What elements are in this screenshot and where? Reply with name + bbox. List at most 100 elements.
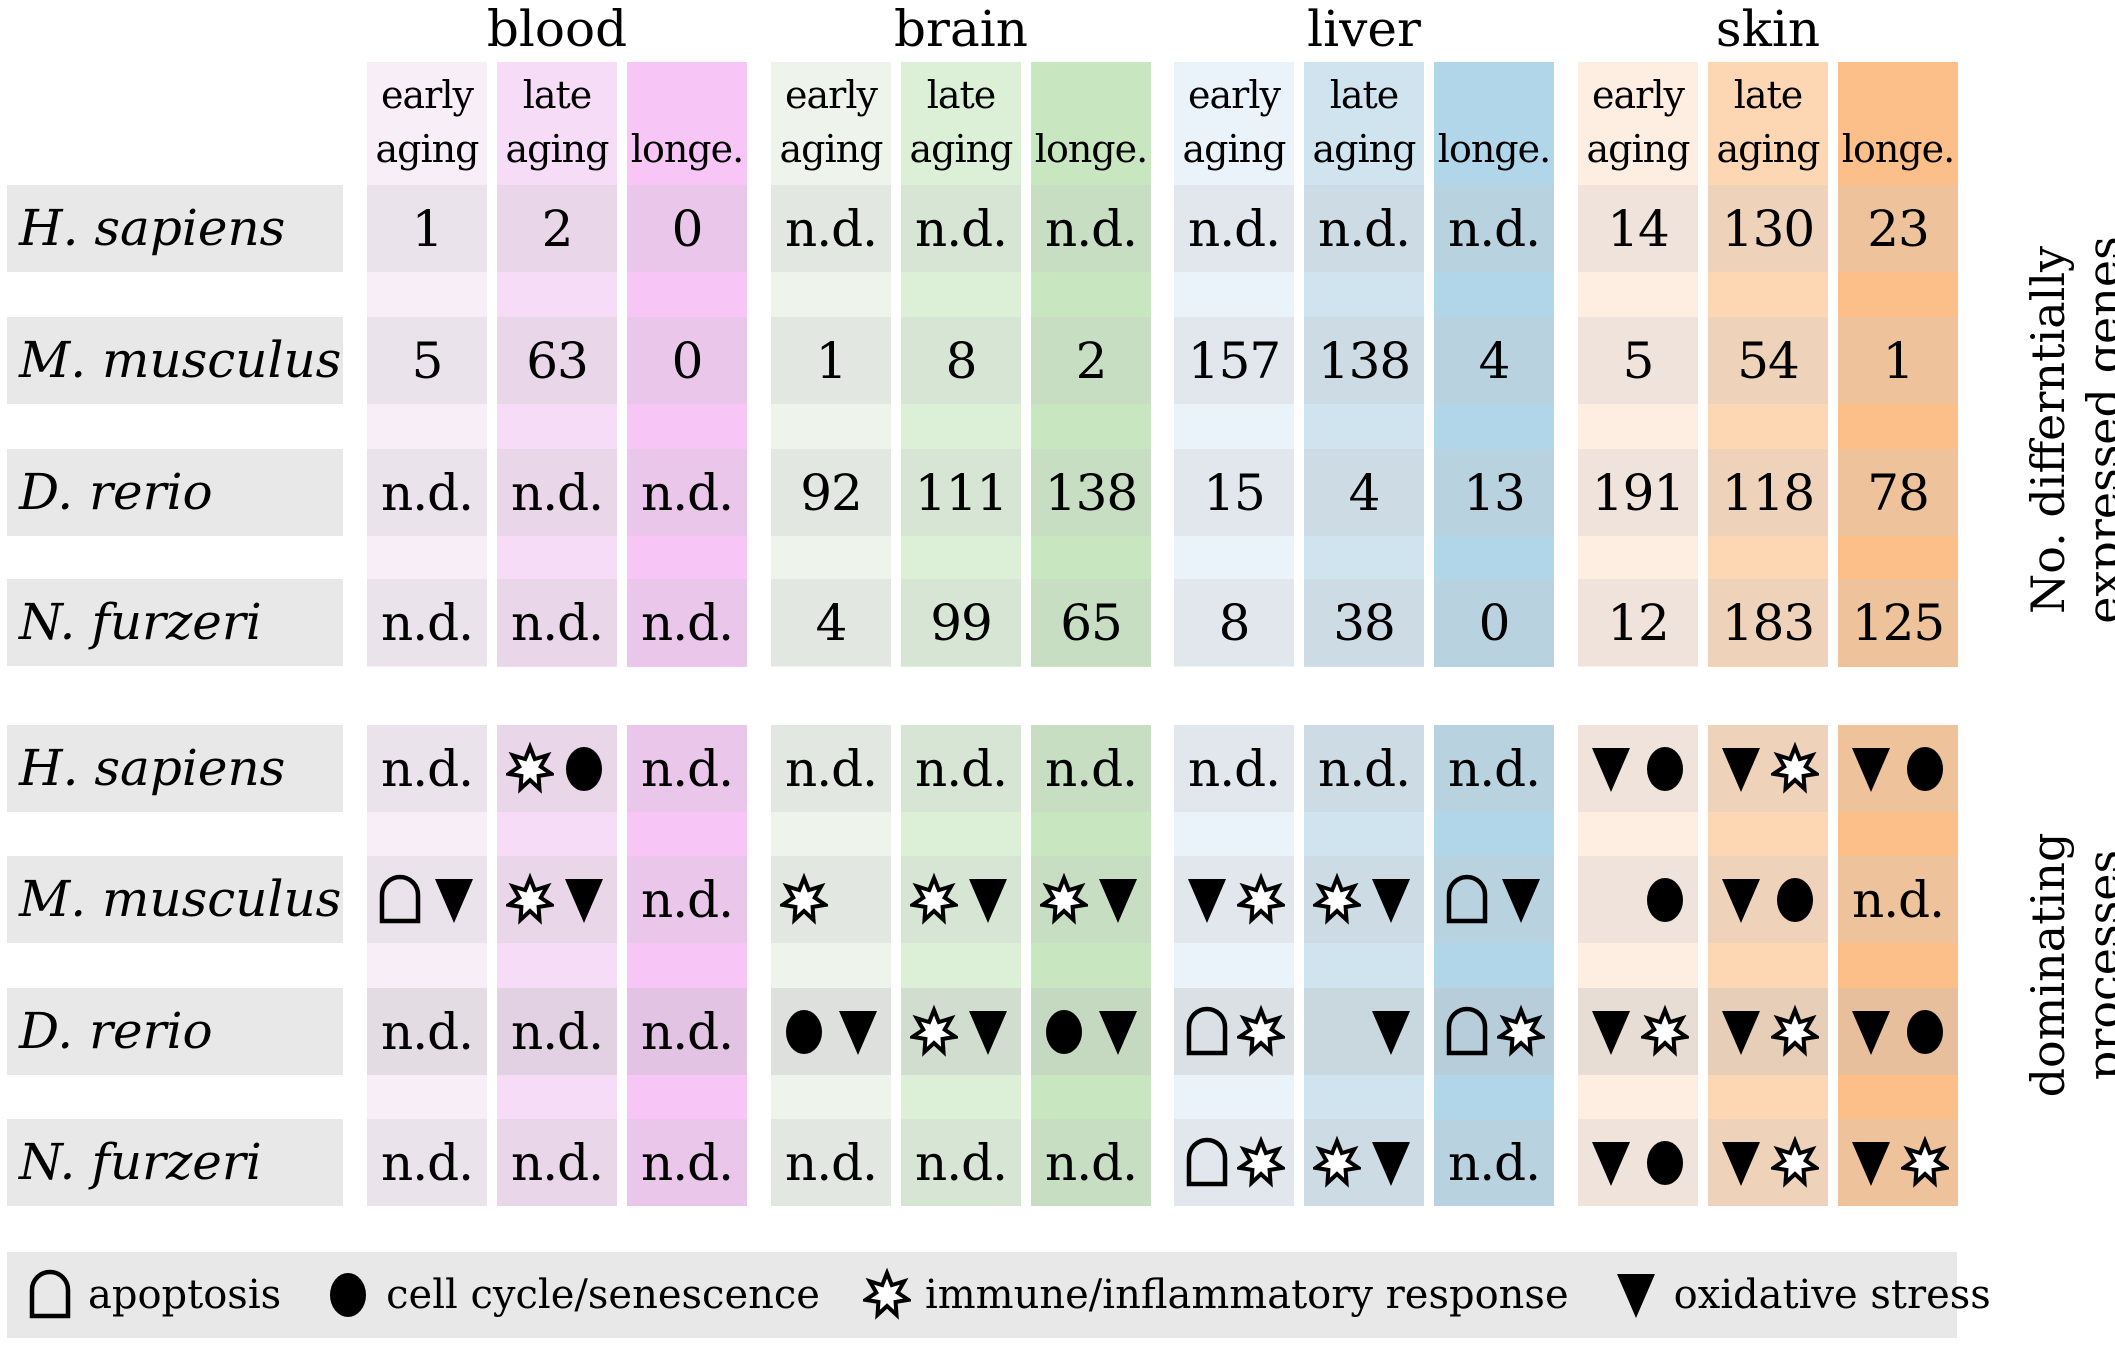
column-header: late aging	[497, 62, 617, 182]
gene-count-cell: 130	[1708, 185, 1828, 272]
gene-count-cell: 138	[1031, 449, 1151, 536]
process-cell	[1578, 1119, 1698, 1206]
process-cell: n.d.	[1434, 725, 1554, 812]
oxidative-stress-icon	[1717, 740, 1765, 798]
species-label: D. rerio	[7, 988, 343, 1075]
immune-response-icon	[910, 871, 958, 929]
oxidative-stress-icon	[1717, 871, 1765, 929]
species-label: H. sapiens	[7, 725, 343, 812]
legend-label: cell cycle/senescence	[386, 1272, 820, 1318]
not-determined-text: n.d.	[915, 739, 1008, 798]
gene-count-cell: 8	[1174, 579, 1294, 666]
immune-response-icon	[506, 740, 554, 798]
immune-response-icon	[1771, 740, 1819, 798]
apoptosis-icon	[1183, 1003, 1231, 1061]
oxidative-stress-icon	[1717, 1134, 1765, 1192]
column-header-line1	[1085, 68, 1096, 122]
process-cell	[1174, 856, 1294, 943]
gene-count-cell: 92	[771, 449, 891, 536]
species-label: N. furzeri	[7, 579, 343, 666]
gene-count-cell: 125	[1838, 579, 1958, 666]
column-header-line2: longe.	[1437, 127, 1551, 171]
column-header-line1: late	[1733, 73, 1804, 117]
legend-item: oxidative stress	[1609, 1266, 1991, 1324]
oxidative-stress-icon	[560, 871, 608, 929]
oxidative-stress-icon	[1587, 1003, 1635, 1061]
oxidative-stress-icon	[1183, 871, 1231, 929]
legend: apoptosis cell cycle/senescence immune/inf…	[7, 1252, 1991, 1338]
process-cell	[497, 725, 617, 812]
process-cell: n.d.	[627, 988, 747, 1075]
gene-count-cell: 78	[1838, 449, 1958, 536]
gene-count-cell: n.d.	[901, 185, 1021, 272]
process-cell	[497, 856, 617, 943]
gene-count-cell: 1	[771, 317, 891, 404]
gene-count-cell: 4	[771, 579, 891, 666]
column-header-line2: aging	[909, 127, 1014, 171]
process-cell: n.d.	[1174, 725, 1294, 812]
empty-slot	[834, 871, 882, 929]
column-header: late aging	[1708, 62, 1828, 182]
not-determined-text: n.d.	[381, 1133, 474, 1192]
oxidative-stress-icon	[834, 1003, 882, 1061]
column-header-line1: late	[926, 73, 997, 117]
legend-label: immune/inflammatory response	[924, 1272, 1569, 1318]
oxidative-stress-icon	[964, 871, 1012, 929]
oxidative-stress-icon	[1094, 871, 1142, 929]
process-cell	[771, 856, 891, 943]
gene-count-cell: 1	[367, 185, 487, 272]
process-cell: n.d.	[367, 725, 487, 812]
gene-count-cell: 23	[1838, 185, 1958, 272]
process-cell	[1838, 1119, 1958, 1206]
tissue-title-liver: liver	[1307, 0, 1421, 58]
gene-count-cell: 99	[901, 579, 1021, 666]
gene-count-cell: 38	[1304, 579, 1424, 666]
immune-response-icon	[1237, 1134, 1285, 1192]
gene-count-cell: n.d.	[1304, 185, 1424, 272]
apoptosis-icon	[1443, 871, 1491, 929]
process-cell	[1838, 988, 1958, 1075]
gene-count-cell: n.d.	[771, 185, 891, 272]
immune-response-icon	[862, 1266, 911, 1324]
column-header-line2: longe.	[630, 127, 744, 171]
not-determined-text: n.d.	[1045, 739, 1138, 798]
gene-count-cell: n.d.	[1174, 185, 1294, 272]
process-cell: n.d.	[771, 1119, 891, 1206]
process-cell	[1708, 988, 1828, 1075]
gene-count-cell: 5	[1578, 317, 1698, 404]
process-cell: n.d.	[1838, 856, 1958, 943]
immune-response-icon	[506, 871, 554, 929]
process-cell	[1031, 988, 1151, 1075]
not-determined-text: n.d.	[641, 1002, 734, 1061]
column-header-line1: late	[1329, 73, 1400, 117]
oxidative-stress-icon	[1587, 740, 1635, 798]
species-label: M. musculus	[7, 856, 343, 943]
gene-count-cell: 157	[1174, 317, 1294, 404]
process-cell	[367, 856, 487, 943]
gene-count-cell: n.d.	[1434, 185, 1554, 272]
process-cell: n.d.	[901, 725, 1021, 812]
process-cell	[1578, 856, 1698, 943]
oxidative-stress-icon	[430, 871, 478, 929]
gene-count-cell: 0	[1434, 579, 1554, 666]
gene-count-cell: 15	[1174, 449, 1294, 536]
not-determined-text: n.d.	[641, 1133, 734, 1192]
oxidative-stress-icon	[1497, 871, 1545, 929]
gene-count-cell: 8	[901, 317, 1021, 404]
not-determined-text: n.d.	[381, 739, 474, 798]
cell-cycle-icon	[1040, 1003, 1088, 1061]
column-header-line2: longe.	[1034, 127, 1148, 171]
legend-item: cell cycle/senescence	[321, 1266, 820, 1324]
legend-item: immune/inflammatory response	[860, 1266, 1569, 1324]
column-header: early aging	[1578, 62, 1698, 182]
not-determined-text: n.d.	[641, 739, 734, 798]
gene-count-cell: 118	[1708, 449, 1828, 536]
not-determined-text: n.d.	[1448, 739, 1541, 798]
cell-cycle-icon	[1641, 1134, 1689, 1192]
column-header-line2: longe.	[1841, 127, 1955, 171]
gene-count-cell: 111	[901, 449, 1021, 536]
column-header-line1: early	[1592, 73, 1685, 117]
gene-count-cell: 1	[1838, 317, 1958, 404]
cell-cycle-icon	[780, 1003, 828, 1061]
immune-response-icon	[1237, 871, 1285, 929]
